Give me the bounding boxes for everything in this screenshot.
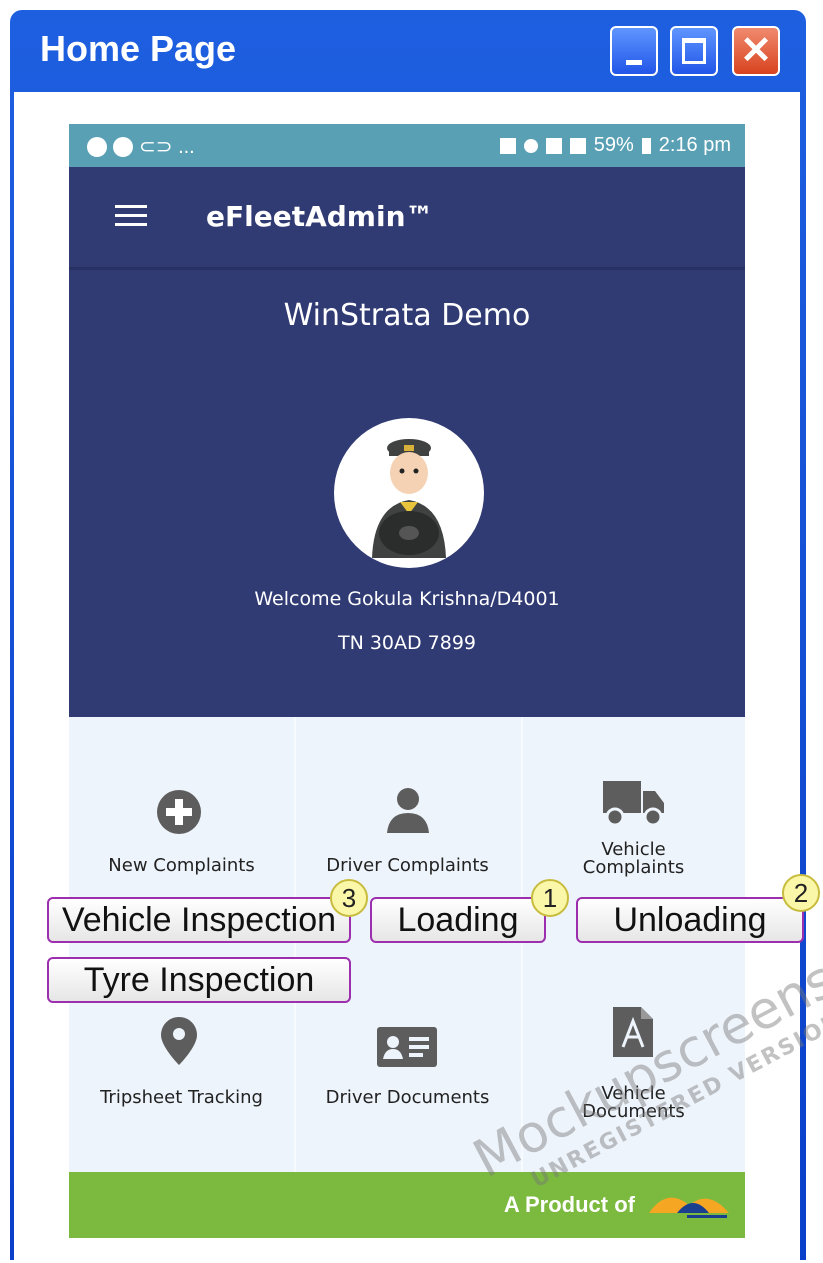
lock-icon [499,137,516,154]
status-time: 2:16 pm [658,134,731,156]
status-bar-left-icons: ⊂⊃ ... [87,134,195,159]
more-notifications-icon: ⊂⊃ ... [139,136,195,158]
status-bar: ⊂⊃ ... 59% 2:16 pm [69,124,745,167]
tile-driver-complaints[interactable]: Driver Complaints [295,787,520,887]
tile-label: Driver Documents [325,1087,490,1108]
company-name: WinStrata Demo [283,298,531,333]
unloading-button[interactable]: Unloading [576,897,804,943]
tile-driver-documents[interactable]: Driver Documents [295,1017,520,1117]
profile-header: WinStrata Demo Welcome Gokula Krishna/D4… [69,267,745,717]
tile-label-line2: Complaints [582,857,685,878]
whatsapp-icon [113,136,133,157]
phone-icon [87,136,107,157]
location-status-icon [523,138,538,153]
winstrata-logo [649,1197,729,1218]
app-title: eFleetAdmin™ [206,200,434,233]
driver-avatar [334,418,484,568]
person-icon [387,788,429,833]
tile-label: New Complaints [108,855,255,876]
driver-avatar-icon [372,439,446,558]
app-bar: eFleetAdmin™ [69,167,745,267]
battery-icon [641,137,651,154]
id-card-icon [377,1027,437,1067]
window-titlebar[interactable]: Home Page ✕ [10,10,806,92]
vehicle-inspection-button[interactable]: Vehicle Inspection [47,897,351,943]
vehicle-inspection-badge: 3 [330,879,368,917]
truck-icon [603,781,664,827]
loading-badge: 1 [531,879,569,917]
welcome-text: Welcome Gokula Krishna/D4001 [254,588,560,610]
alarm-icon [545,137,562,154]
tile-new-complaints[interactable]: New Complaints [69,787,294,887]
footer-bar: A Product of [69,1172,745,1238]
tile-tripsheet-tracking[interactable]: Tripsheet Tracking [69,1017,294,1117]
menu-icon[interactable] [115,205,147,227]
unloading-badge: 2 [782,874,820,912]
minimize-icon [626,60,642,65]
app-window: Home Page ✕ ⊂⊃ ... 59% 2:16 pm eFleetAdm… [10,10,823,1260]
location-pin-icon [161,1017,197,1065]
tile-label: Driver Complaints [326,855,489,876]
tyre-inspection-button[interactable]: Tyre Inspection [47,957,351,1003]
tile-label: Tripsheet Tracking [100,1087,263,1108]
status-bar-right-icons: 59% 2:16 pm [499,134,731,157]
maximize-button[interactable] [670,26,718,76]
signal-icon [569,137,586,154]
minimize-button[interactable] [610,26,658,76]
loading-button[interactable]: Loading [370,897,546,943]
add-circle-icon [157,790,201,834]
maximize-icon [682,38,706,64]
window-client-area: ⊂⊃ ... 59% 2:16 pm eFleetAdmin™ WinStrat… [14,92,823,1260]
window-title: Home Page [40,28,237,69]
vehicle-number: TN 30AD 7899 [337,632,477,654]
close-icon: ✕ [740,30,772,72]
close-button[interactable]: ✕ [732,26,780,76]
battery-percent: 59% [593,134,634,156]
